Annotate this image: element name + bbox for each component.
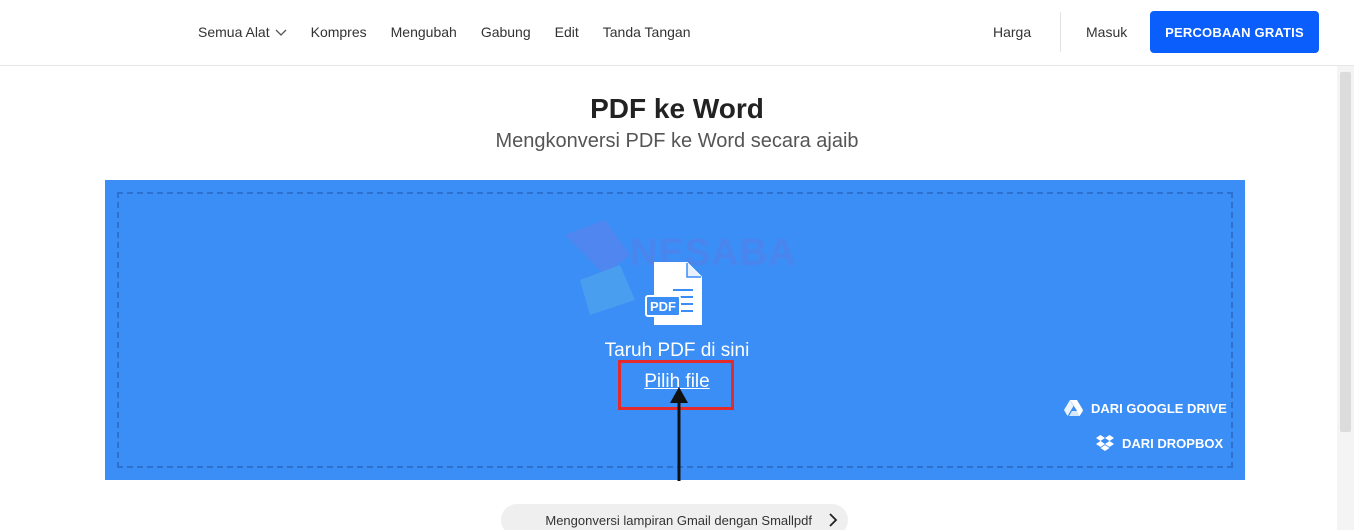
free-trial-button[interactable]: PERCOBAAN GRATIS bbox=[1150, 11, 1319, 53]
header-divider bbox=[1060, 12, 1061, 52]
top-header: Semua Alat Kompres Mengubah Gabung Edit … bbox=[0, 0, 1354, 66]
google-drive-icon bbox=[1064, 400, 1083, 416]
nav-merge[interactable]: Gabung bbox=[481, 24, 531, 40]
pricing-link[interactable]: Harga bbox=[993, 24, 1031, 40]
dropbox-button[interactable]: DARI DROPBOX bbox=[1096, 435, 1223, 451]
chevron-down-icon bbox=[275, 29, 287, 36]
dropbox-label: DARI DROPBOX bbox=[1122, 435, 1224, 451]
nav-sign[interactable]: Tanda Tangan bbox=[603, 24, 691, 40]
login-link[interactable]: Masuk bbox=[1086, 24, 1127, 40]
annotation-arrow-icon bbox=[670, 387, 688, 481]
nav-convert[interactable]: Mengubah bbox=[391, 24, 457, 40]
nav-all-tools[interactable]: Semua Alat bbox=[198, 24, 287, 40]
gmail-attachment-link[interactable]: Mengonversi lampiran Gmail dengan Smallp… bbox=[501, 504, 848, 530]
pdf-file-icon: PDF bbox=[645, 262, 702, 325]
google-drive-button[interactable]: DARI GOOGLE DRIVE bbox=[1064, 400, 1227, 416]
page-subtitle: Mengkonversi PDF ke Word secara ajaib bbox=[495, 130, 859, 152]
nav-all-tools-label: Semua Alat bbox=[198, 24, 270, 40]
pdf-badge-text: PDF bbox=[650, 299, 676, 314]
drop-instruction: Taruh PDF di sini bbox=[604, 340, 750, 361]
google-drive-label: DARI GOOGLE DRIVE bbox=[1091, 400, 1227, 416]
nav-edit[interactable]: Edit bbox=[555, 24, 579, 40]
page-title: PDF ke Word bbox=[590, 93, 764, 124]
nav-compress[interactable]: Kompres bbox=[311, 24, 367, 40]
chevron-right-icon bbox=[829, 513, 838, 527]
gmail-attachment-label: Mengonversi lampiran Gmail dengan Smallp… bbox=[545, 512, 812, 528]
dropbox-icon bbox=[1096, 435, 1114, 451]
main-nav: Semua Alat Kompres Mengubah Gabung Edit … bbox=[198, 0, 714, 64]
